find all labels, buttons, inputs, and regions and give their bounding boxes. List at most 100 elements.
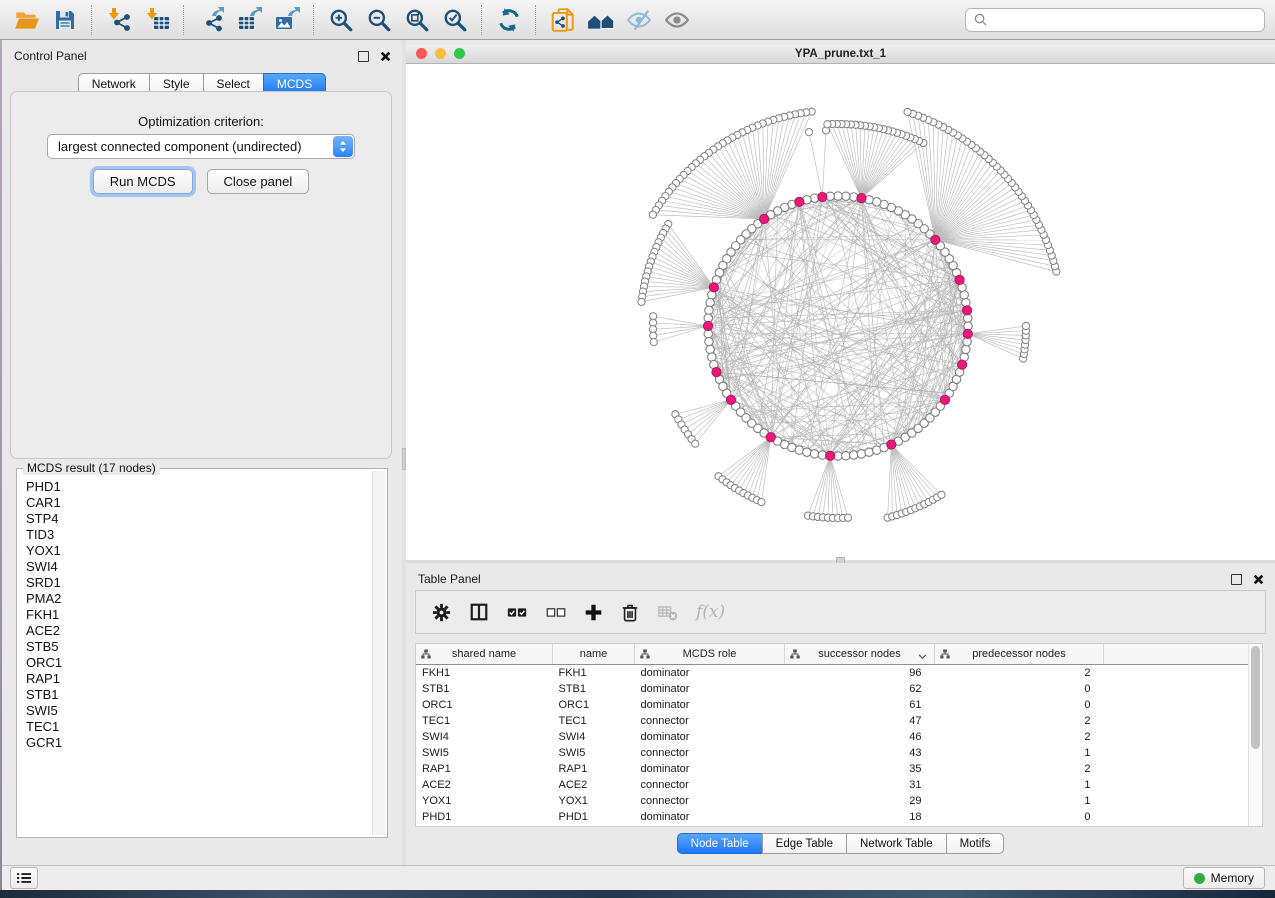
panel-layout-button[interactable] (469, 602, 489, 622)
table-cell[interactable]: 2 (935, 729, 1104, 745)
table-row[interactable]: PHD1PHD1dominator180 (416, 809, 1256, 825)
mcds-list-scrollbar[interactable] (372, 471, 385, 835)
duplicate-network-button[interactable] (544, 3, 582, 37)
table-row[interactable]: ACE2ACE2connector311 (416, 777, 1256, 793)
close-window-icon[interactable] (416, 48, 427, 59)
table-cell[interactable] (1104, 793, 1256, 809)
table-cell[interactable]: 1 (935, 745, 1104, 761)
mcds-node-item[interactable]: FKH1 (26, 607, 373, 623)
table-cell[interactable] (1104, 761, 1256, 777)
deselect-all-rows-button[interactable] (545, 604, 567, 620)
table-cell[interactable]: connector (635, 777, 785, 793)
select-all-rows-button[interactable] (506, 604, 528, 620)
mcds-node-item[interactable]: SRD1 (26, 575, 373, 591)
tab-node-table[interactable]: Node Table (677, 833, 763, 854)
mcds-node-item[interactable]: TEC1 (26, 719, 373, 735)
table-cell[interactable]: 61 (785, 697, 935, 713)
mcds-node-item[interactable]: STB5 (26, 639, 373, 655)
open-session-button[interactable] (8, 3, 46, 37)
table-cell[interactable] (1104, 777, 1256, 793)
table-cell[interactable]: 47 (785, 713, 935, 729)
mcds-node-item[interactable]: GCR1 (26, 735, 373, 751)
table-cell[interactable] (1104, 809, 1256, 825)
task-history-button[interactable] (10, 867, 38, 889)
table-row[interactable]: SWI5SWI5connector431 (416, 745, 1256, 761)
mcds-node-item[interactable]: RAP1 (26, 671, 373, 687)
table-cell[interactable]: SWI4 (416, 729, 553, 745)
mcds-node-item[interactable]: PHD1 (26, 479, 373, 495)
table-cell[interactable]: 29 (785, 793, 935, 809)
table-cell[interactable]: STB1 (553, 681, 635, 697)
export-network-button[interactable] (192, 3, 230, 37)
zoom-selected-button[interactable] (436, 3, 474, 37)
table-cell[interactable]: ACE2 (416, 777, 553, 793)
network-canvas[interactable] (406, 64, 1275, 561)
table-cell[interactable]: ORC1 (416, 697, 553, 713)
mcds-node-item[interactable]: SWI4 (26, 559, 373, 575)
optimization-criterion-select[interactable]: largest connected component (undirected) (47, 134, 355, 159)
table-scrollbar[interactable] (1248, 644, 1262, 826)
table-cell[interactable]: FKH1 (416, 665, 553, 682)
run-mcds-button[interactable]: Run MCDS (93, 169, 193, 194)
table-cell[interactable]: FKH1 (553, 665, 635, 682)
table-cell[interactable]: dominator (635, 665, 785, 682)
table-cell[interactable] (1104, 729, 1256, 745)
zoom-window-icon[interactable] (454, 48, 465, 59)
import-network-button[interactable] (100, 3, 138, 37)
table-cell[interactable]: 18 (785, 809, 935, 825)
zoom-out-button[interactable] (360, 3, 398, 37)
table-cell[interactable]: dominator (635, 729, 785, 745)
table-row[interactable]: TEC1TEC1connector472 (416, 713, 1256, 729)
scrollbar-thumb[interactable] (1251, 646, 1260, 749)
column-header-successor-nodes[interactable]: successor nodes (785, 644, 935, 665)
table-cell[interactable]: 2 (935, 761, 1104, 777)
table-row[interactable]: ORC1ORC1dominator610 (416, 697, 1256, 713)
table-cell[interactable]: 1 (935, 793, 1104, 809)
export-table-button[interactable] (230, 3, 268, 37)
delete-table-button[interactable] (657, 602, 679, 622)
table-cell[interactable] (1104, 697, 1256, 713)
table-cell[interactable]: 43 (785, 745, 935, 761)
table-row[interactable]: YOX1YOX1connector291 (416, 793, 1256, 809)
close-panel-button[interactable]: Close panel (207, 169, 310, 194)
table-cell[interactable]: dominator (635, 681, 785, 697)
table-row[interactable]: SWI4SWI4dominator462 (416, 729, 1256, 745)
mcds-node-item[interactable]: ACE2 (26, 623, 373, 639)
table-cell[interactable]: 35 (785, 761, 935, 777)
table-cell[interactable]: 46 (785, 729, 935, 745)
memory-button[interactable]: Memory (1183, 867, 1265, 889)
table-cell[interactable]: SWI5 (416, 745, 553, 761)
table-cell[interactable]: TEC1 (553, 713, 635, 729)
table-row[interactable]: RAP1RAP1dominator352 (416, 761, 1256, 777)
mcds-node-item[interactable]: TID3 (26, 527, 373, 543)
show-all-button[interactable] (658, 3, 696, 37)
mcds-node-item[interactable]: SWI5 (26, 703, 373, 719)
column-settings-button[interactable] (431, 602, 452, 623)
table-cell[interactable] (1104, 745, 1256, 761)
mcds-node-item[interactable]: ORC1 (26, 655, 373, 671)
table-cell[interactable]: connector (635, 713, 785, 729)
mcds-node-item[interactable]: STP4 (26, 511, 373, 527)
function-builder-button[interactable]: f(x) (696, 602, 725, 622)
tab-motifs[interactable]: Motifs (946, 833, 1005, 854)
table-cell[interactable]: 96 (785, 665, 935, 682)
table-cell[interactable]: RAP1 (416, 761, 553, 777)
table-cell[interactable] (1104, 665, 1256, 682)
table-row[interactable]: FKH1FKH1dominator962 (416, 665, 1256, 682)
table-cell[interactable]: 31 (785, 777, 935, 793)
delete-column-button[interactable] (620, 602, 640, 623)
column-header-shared-name[interactable]: shared name (416, 644, 553, 665)
table-cell[interactable]: 62 (785, 681, 935, 697)
tab-network-table[interactable]: Network Table (846, 833, 947, 854)
table-cell[interactable]: YOX1 (553, 793, 635, 809)
table-cell[interactable]: 0 (935, 681, 1104, 697)
export-image-button[interactable] (268, 3, 306, 37)
table-cell[interactable]: dominator (635, 697, 785, 713)
table-cell[interactable]: dominator (635, 761, 785, 777)
table-cell[interactable]: ORC1 (553, 697, 635, 713)
float-panel-icon[interactable] (1230, 573, 1243, 586)
table-cell[interactable]: dominator (635, 809, 785, 825)
table-cell[interactable]: 0 (935, 697, 1104, 713)
table-cell[interactable]: PHD1 (416, 809, 553, 825)
table-cell[interactable]: connector (635, 745, 785, 761)
